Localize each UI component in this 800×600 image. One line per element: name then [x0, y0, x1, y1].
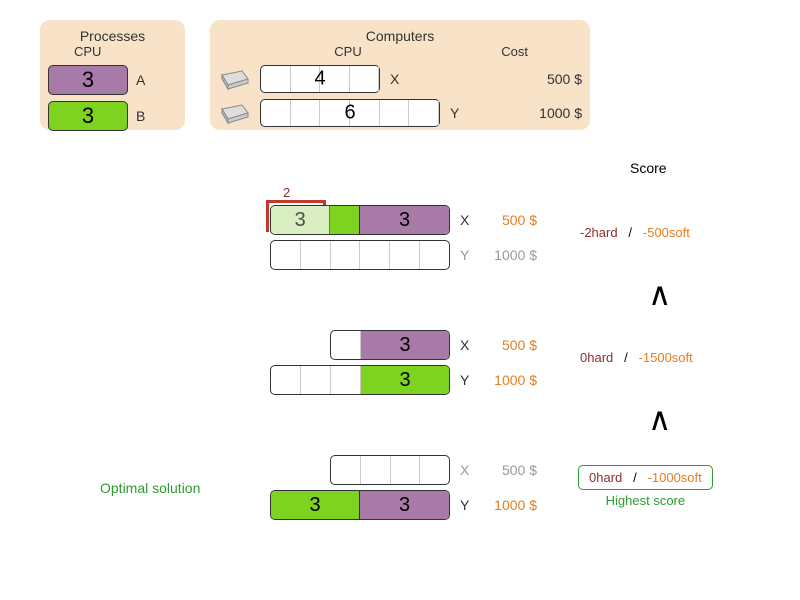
processes-cpu-label: CPU	[74, 44, 177, 59]
computer-y-cpu-bar: 6	[260, 99, 440, 127]
seg-purple: 3	[360, 206, 449, 234]
solution-bar-empty	[330, 455, 450, 485]
seg-green: 3	[361, 366, 449, 394]
score-slash: /	[621, 225, 639, 240]
solution-2-row-y: 3 Y 1000 $	[270, 365, 537, 395]
computer-x-cpu-value: 4	[314, 68, 325, 91]
process-a-letter: A	[136, 72, 148, 88]
seg-purple: 3	[360, 491, 449, 519]
computer-y-cost: 1000 $	[522, 105, 582, 121]
hard-score: 0hard	[580, 350, 613, 365]
solution-1-score: -2hard / -500soft	[580, 225, 690, 240]
solution-3-score: 0hard / -1000soft Highest score	[578, 465, 713, 508]
solution-3-row-x: X 500 $	[330, 455, 537, 485]
computer-row: 6 Y 1000 $	[218, 99, 582, 127]
solution-2-score: 0hard / -1500soft	[580, 350, 693, 365]
computers-panel: Computers CPU Cost 4 X 500 $ 6 Y 1000 $	[210, 20, 590, 130]
seg-overflow: 3	[271, 206, 330, 234]
row-letter: X	[460, 212, 472, 228]
caret-icon: ∧	[648, 400, 671, 438]
row-letter: Y	[460, 372, 472, 388]
solution-1-row-y: Y 1000 $	[270, 240, 537, 270]
score-slash: /	[617, 350, 635, 365]
computer-x-letter: X	[390, 71, 402, 87]
process-b-box: 3	[48, 101, 128, 131]
row-cost: 500 $	[482, 212, 537, 228]
soft-score: -1000soft	[648, 470, 702, 485]
solution-bar: 3	[330, 330, 450, 360]
computer-row: 4 X 500 $	[218, 65, 582, 93]
seg-green: 3	[271, 491, 360, 519]
solution-3-row-y: 3 3 Y 1000 $	[270, 490, 537, 520]
process-a-box: 3	[48, 65, 128, 95]
score-slash: /	[626, 470, 644, 485]
solution-1-row-x: 3 3 X 500 $	[270, 205, 537, 235]
processes-panel: Processes CPU 3 A 3 B	[40, 20, 185, 130]
computers-cpu-label: CPU	[258, 44, 438, 59]
row-letter: Y	[460, 247, 472, 263]
process-row: 3 B	[48, 101, 177, 131]
row-cost: 500 $	[482, 462, 537, 478]
hard-score: 0hard	[589, 470, 622, 485]
process-row: 3 A	[48, 65, 177, 95]
highest-score-label: Highest score	[578, 493, 713, 508]
computer-x-cpu-bar: 4	[260, 65, 380, 93]
solution-bar: 3	[270, 365, 450, 395]
soft-score: -1500soft	[639, 350, 693, 365]
score-header: Score	[630, 160, 667, 176]
row-letter: Y	[460, 497, 472, 513]
row-letter: X	[460, 462, 472, 478]
highest-score-box: 0hard / -1000soft	[578, 465, 713, 490]
overflow-label: 2	[283, 185, 290, 200]
computer-y-letter: Y	[450, 105, 462, 121]
chip-icon	[218, 67, 250, 91]
caret-icon: ∧	[648, 275, 671, 313]
seg-green	[330, 206, 360, 234]
row-letter: X	[460, 337, 472, 353]
computer-y-cpu-value: 6	[344, 102, 355, 125]
row-cost: 500 $	[482, 337, 537, 353]
computer-x-cost: 500 $	[522, 71, 582, 87]
solution-bar-empty	[270, 240, 450, 270]
chip-icon	[218, 101, 250, 125]
processes-title: Processes	[48, 28, 177, 44]
computers-cost-label: Cost	[468, 44, 528, 59]
computers-title: Computers	[218, 28, 582, 44]
soft-score: -500soft	[643, 225, 690, 240]
row-cost: 1000 $	[482, 247, 537, 263]
solution-bar: 3 3	[270, 490, 450, 520]
optimal-solution-label: Optimal solution	[100, 480, 200, 496]
seg-purple: 3	[361, 331, 449, 359]
hard-score: -2hard	[580, 225, 618, 240]
solution-bar: 3 3	[270, 205, 450, 235]
row-cost: 1000 $	[482, 372, 537, 388]
row-cost: 1000 $	[482, 497, 537, 513]
solution-2-row-x: 3 X 500 $	[330, 330, 537, 360]
process-b-letter: B	[136, 108, 148, 124]
